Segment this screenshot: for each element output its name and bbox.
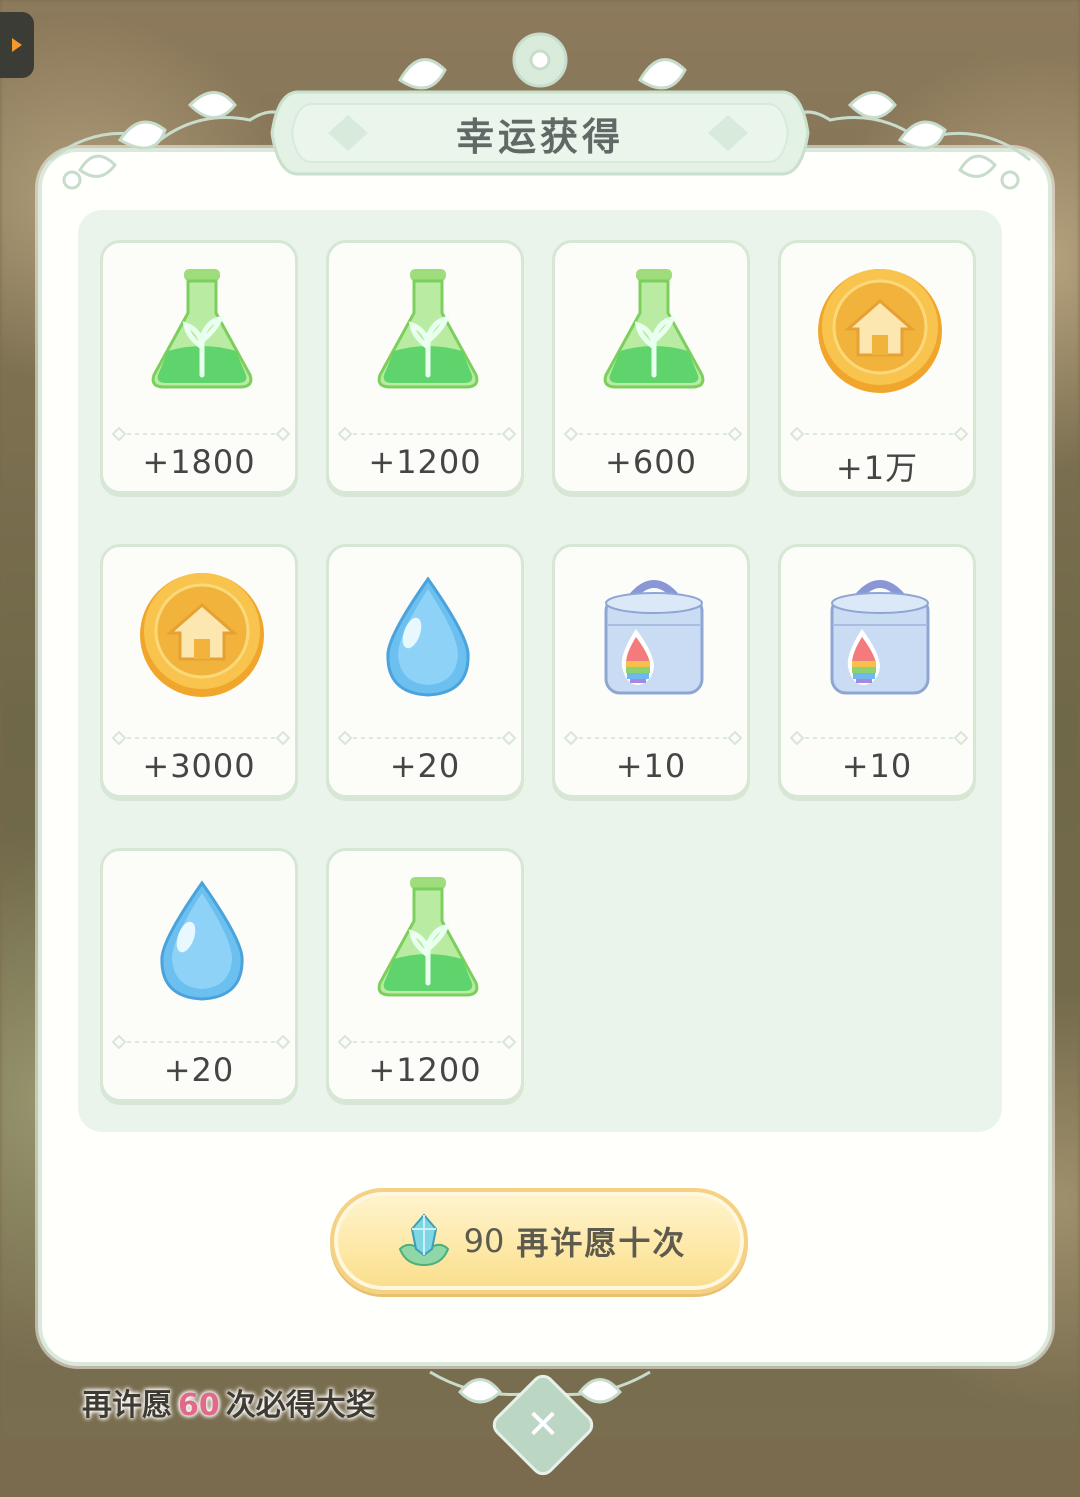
- side-expand-tab[interactable]: [0, 12, 34, 78]
- reward-amount: +600: [605, 443, 697, 481]
- arrow-right-icon: [12, 38, 22, 52]
- reward-card[interactable]: +3000: [100, 544, 298, 798]
- green-potion-icon: [151, 269, 253, 389]
- reward-card[interactable]: +1200: [326, 848, 524, 1102]
- reward-amount: +1200: [368, 443, 482, 481]
- reward-amount: +20: [389, 747, 461, 785]
- wish-cost: 90: [463, 1222, 505, 1260]
- reward-card[interactable]: +1万: [778, 240, 976, 494]
- guarantee-hint: 再许愿 60 次必得大奖: [82, 1380, 376, 1424]
- gold-coin-icon: [140, 573, 264, 697]
- wish-ten-times-button[interactable]: 90 再许愿十次: [330, 1188, 748, 1294]
- dialog-title: 幸运获得: [455, 114, 624, 159]
- reward-card[interactable]: +1800: [100, 240, 298, 494]
- water-drop-icon: [386, 576, 470, 697]
- title-plate: 幸运获得: [268, 82, 812, 184]
- reward-amount: +1万: [835, 449, 919, 487]
- reward-card[interactable]: +10: [552, 544, 750, 798]
- reward-card[interactable]: +600: [552, 240, 750, 494]
- hint-prefix: 再许愿: [82, 1388, 172, 1423]
- reward-card[interactable]: +20: [326, 544, 524, 798]
- green-potion-icon: [377, 269, 479, 389]
- water-drop-icon: [160, 880, 244, 1001]
- reward-card[interactable]: +10: [778, 544, 976, 798]
- reward-amount: +1800: [142, 443, 256, 481]
- gold-coin-icon: [818, 269, 942, 393]
- reward-amount: +10: [841, 747, 913, 785]
- rainbow-dye-box-icon: [830, 580, 930, 695]
- close-icon: ✕: [526, 1402, 560, 1448]
- reward-amount: +10: [615, 747, 687, 785]
- reward-amount: +3000: [142, 747, 256, 785]
- reward-card[interactable]: +1200: [326, 240, 524, 494]
- reward-amount: +1200: [368, 1051, 482, 1089]
- crystal-lotus-icon: [398, 1213, 449, 1267]
- green-potion-icon: [377, 877, 479, 997]
- green-potion-icon: [603, 269, 705, 389]
- reward-card[interactable]: +20: [100, 848, 298, 1102]
- rainbow-dye-box-icon: [604, 580, 704, 695]
- reward-amount: +20: [163, 1051, 235, 1089]
- hint-count: 60: [178, 1388, 220, 1423]
- wish-button-label: 再许愿十次: [516, 1224, 687, 1262]
- hint-suffix: 次必得大奖: [225, 1388, 376, 1423]
- reward-grid: +1800 +1200 +600 +1万 +3000 +20 +10 +10 +…: [78, 210, 1002, 1132]
